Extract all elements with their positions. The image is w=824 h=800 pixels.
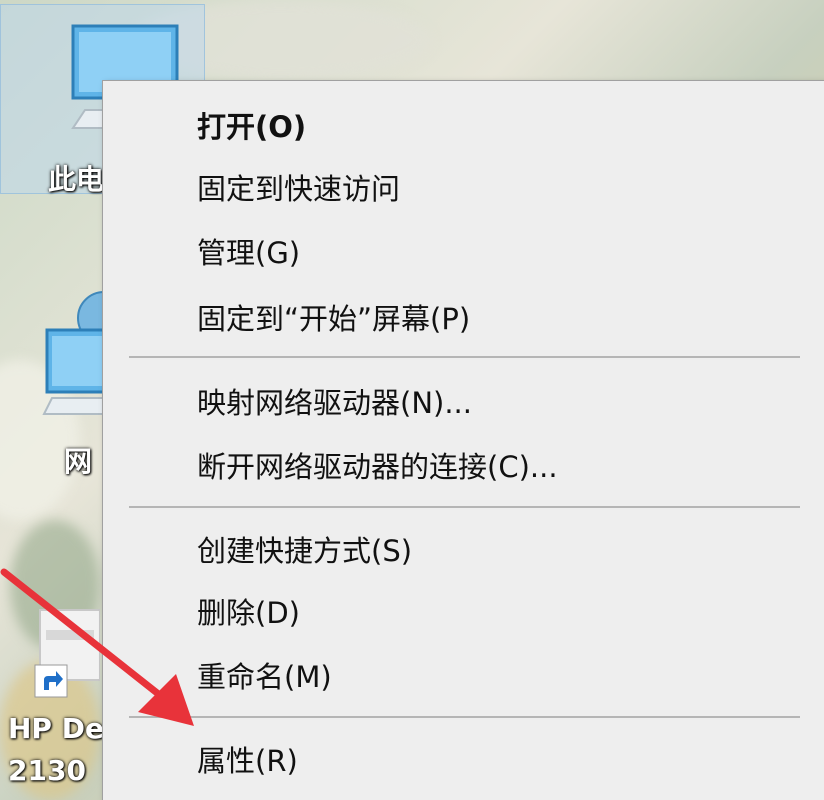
red-pointer-arrow-icon — [0, 568, 194, 726]
